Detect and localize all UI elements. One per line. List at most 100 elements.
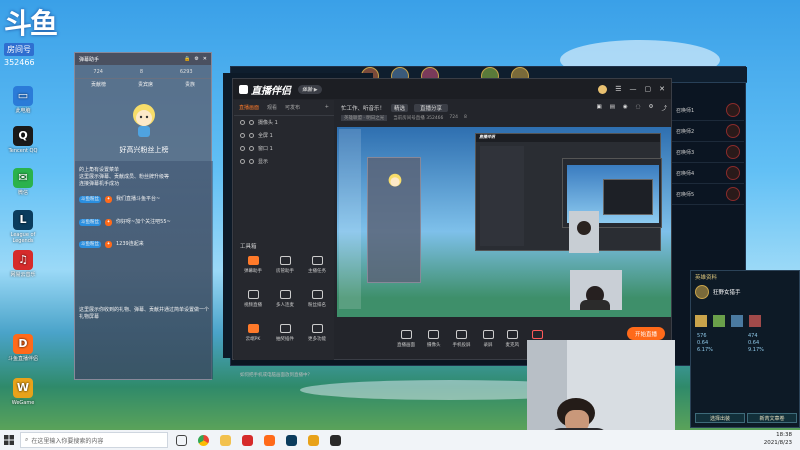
eye-icon[interactable] [240, 159, 245, 164]
source-button[interactable]: 摄像头 [427, 330, 441, 348]
taskbar-app-douyu[interactable] [260, 432, 278, 448]
tab-vip[interactable]: 贵宾席 [138, 81, 153, 88]
tool-button[interactable]: 弹幕助手 [238, 256, 268, 274]
tool-button[interactable]: 多人连麦 [270, 290, 300, 308]
hot-count: 8 [139, 68, 143, 75]
settings-icon[interactable]: ⚙ [194, 56, 198, 62]
minimize-icon[interactable]: — [630, 85, 637, 93]
close-icon[interactable]: ✕ [659, 85, 665, 93]
source-button[interactable]: 录屏 [482, 330, 494, 348]
summoner-slot[interactable]: 召唤师2 [672, 121, 744, 142]
menu-icon[interactable]: ☰ [615, 85, 621, 93]
category-pill[interactable]: 英雄联盟 · 明日之光 [341, 115, 388, 121]
slot-label: 召唤师3 [676, 149, 695, 156]
scene-label: 显示 [258, 159, 269, 165]
select-build-button[interactable]: 选择出装 [695, 413, 745, 423]
tool-label: 主播任务 [308, 269, 326, 274]
tab-contrib[interactable]: 贡献榜 [91, 81, 106, 88]
source-button[interactable]: 直播画面 [397, 330, 415, 348]
desktop-icon[interactable]: D 斗鱼直播伴侣 [2, 334, 44, 362]
tool-label: 抽奖插件 [276, 337, 294, 342]
tab-publish[interactable]: 可发布 [285, 104, 300, 111]
scene-item[interactable]: 显示 [234, 155, 334, 168]
viewer-count: 724 [449, 115, 458, 120]
article-button[interactable]: 新芮文章卷 [747, 413, 797, 423]
taskbar-app-game[interactable] [282, 432, 300, 448]
stream-title[interactable]: 忙工作、听音乐！ [341, 104, 385, 112]
tool-button[interactable]: 主播任务 [302, 256, 332, 274]
eye-icon[interactable] [240, 133, 245, 138]
maximize-icon[interactable]: ▢ [645, 85, 652, 93]
slot-label: 召唤师4 [676, 170, 695, 177]
source-button[interactable]: 麦克风 [506, 330, 519, 348]
desktop-icon[interactable]: L League of Legends [2, 210, 44, 244]
share-button[interactable]: 直播分享 [414, 104, 449, 112]
summoner-slot[interactable]: 召唤师3 [672, 142, 744, 163]
panel-tabs: 贡献榜 贵宾席 贵族 [75, 79, 211, 90]
scene-label: 摄像头 1 [258, 120, 278, 126]
item-icon[interactable] [695, 315, 707, 327]
system-clock[interactable]: 18:38 2021/8/23 [764, 431, 792, 447]
help-tip[interactable]: 如何把手机或电脑画面放到直播中？ [240, 372, 312, 378]
taskbar-app-other[interactable] [326, 432, 344, 448]
task-view-button[interactable] [172, 432, 190, 448]
tool-button[interactable]: 抽奖插件 [270, 324, 300, 342]
taskbar-search[interactable]: ⌕ 在这里输入你要搜索的内容 [20, 432, 168, 448]
desktop-icon[interactable]: Q Tencent QQ [2, 126, 44, 154]
desktop-icon[interactable]: ▭ 此电脑 [2, 86, 44, 114]
avatar-icon[interactable] [598, 84, 608, 94]
summoner-slot[interactable]: 召唤师5 [672, 184, 744, 205]
beta-pill[interactable]: 体验 ▶ [298, 84, 322, 94]
eye-icon[interactable] [240, 146, 245, 151]
eye-icon[interactable] [240, 120, 245, 125]
desktop-icon[interactable]: ♫ 网易云音乐 [2, 250, 44, 278]
source-button[interactable]: 手机投屏 [453, 330, 471, 348]
tool-button[interactable]: 房管助手 [270, 256, 300, 274]
share-icon[interactable]: ⤴ [661, 104, 667, 112]
tab-watch[interactable]: 观看 [267, 104, 277, 111]
add-icon[interactable]: + [325, 104, 329, 111]
taskbar-app-wegame[interactable] [304, 432, 322, 448]
tool-button[interactable]: 云端PK [238, 324, 268, 342]
nested-brand: 直播伴侣 [476, 134, 660, 142]
tag-pill[interactable]: 精选 [391, 104, 409, 112]
lock-icon[interactable] [249, 133, 254, 138]
tab-noble[interactable]: 贵族 [185, 81, 195, 88]
desktop-icon-label: 微信 [17, 190, 28, 196]
start-live-button[interactable]: 开始直播 [627, 327, 665, 340]
stat-value: 474 [748, 333, 758, 339]
chart-icon[interactable]: ▤ [610, 104, 615, 112]
tab-live-scene[interactable]: 直播画面 [239, 104, 259, 111]
summoner-list: 召唤师1 召唤师2 召唤师3 召唤师4 召唤师5 [672, 100, 744, 270]
tool-button[interactable]: 粉丝排名 [302, 290, 332, 308]
summoner-slot[interactable]: 召唤师4 [672, 163, 744, 184]
lock-icon[interactable] [249, 146, 254, 151]
scene-item[interactable]: 窗口 1 [234, 142, 334, 155]
app-icon: ✉ [13, 168, 33, 188]
scene-item[interactable]: 全屏 1 [234, 129, 334, 142]
scene-item[interactable]: 摄像头 1 [234, 116, 334, 129]
gear-icon[interactable]: ⚙ [649, 104, 654, 112]
desktop-icon[interactable]: W WeGame [2, 378, 44, 406]
desktop-icon[interactable]: ✉ 微信 [2, 168, 44, 196]
tool-button[interactable]: 更多功能 [302, 324, 332, 342]
taskbar-app-explorer[interactable] [216, 432, 234, 448]
item-icon[interactable] [749, 315, 761, 327]
app-icon [329, 434, 341, 446]
panel-title: 弹幕助手 [79, 56, 100, 63]
start-button[interactable] [0, 430, 18, 450]
user-icon[interactable]: ◉ [623, 104, 628, 112]
bell-icon[interactable]: ◌ [636, 104, 641, 112]
gift-icon[interactable]: ▣ [597, 104, 602, 112]
close-icon[interactable]: ✕ [203, 56, 207, 62]
lock-icon[interactable] [249, 159, 254, 164]
summoner-slot[interactable]: 召唤师1 [672, 100, 744, 121]
taskbar-app-music[interactable] [238, 432, 256, 448]
lock-icon[interactable]: 🔒 [184, 56, 190, 62]
taskbar-app-chrome[interactable] [194, 432, 212, 448]
item-icon[interactable] [713, 315, 725, 327]
tool-button[interactable]: 视频直播 [238, 290, 268, 308]
lock-icon[interactable] [249, 120, 254, 125]
item-icons [691, 301, 799, 331]
item-icon[interactable] [731, 315, 743, 327]
